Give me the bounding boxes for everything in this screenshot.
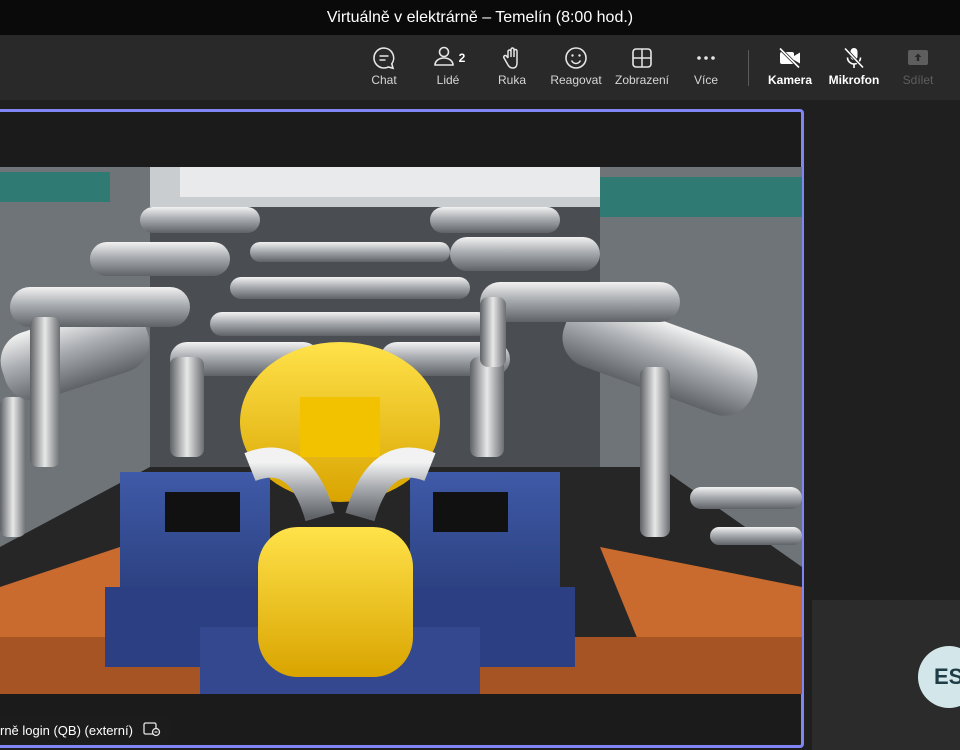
window-title-bar: Virtuálně v elektrárně – Temelín (8:00 h… — [0, 0, 960, 35]
share-button[interactable]: Sdílet — [886, 45, 950, 95]
participant-name: rně login (QB) (externí) — [0, 722, 133, 738]
power-plant-video-image — [0, 167, 802, 694]
mic-button[interactable]: Mikrofon — [822, 45, 886, 95]
more-label: Více — [693, 73, 718, 87]
meeting-toolbar: Chat 2 Lidé Ruka Reagovat Zobrazení Více… — [0, 35, 960, 100]
people-icon — [431, 43, 457, 73]
chat-button[interactable]: Chat — [352, 45, 416, 95]
raise-hand-label: Ruka — [497, 73, 526, 87]
react-button[interactable]: Reagovat — [544, 45, 608, 95]
people-count: 2 — [458, 51, 466, 65]
react-label: Reagovat — [550, 73, 602, 87]
chat-bubble-icon — [371, 45, 397, 71]
camera-off-icon — [777, 45, 803, 71]
share-tray-icon — [905, 45, 931, 71]
raise-hand-icon — [499, 45, 525, 71]
toolbar-separator — [748, 50, 749, 86]
people-button[interactable]: 2 Lidé — [416, 45, 480, 95]
participant-name-tag: rně login (QB) (externí) — [0, 716, 169, 744]
video-feed — [0, 167, 802, 694]
view-button[interactable]: Zobrazení — [610, 45, 674, 95]
window-title: Virtuálně v elektrárně – Temelín (8:00 h… — [326, 8, 634, 26]
chat-label: Chat — [371, 73, 397, 87]
mic-off-icon — [841, 45, 867, 71]
camera-label: Kamera — [767, 73, 813, 87]
view-label: Zobrazení — [614, 73, 670, 87]
people-label: Lidé — [436, 73, 460, 87]
ellipsis-icon — [693, 45, 719, 71]
pin-icon[interactable] — [143, 721, 161, 740]
more-button[interactable]: Více — [674, 45, 738, 95]
raise-hand-button[interactable]: Ruka — [480, 45, 544, 95]
smiley-icon — [563, 45, 589, 71]
camera-button[interactable]: Kamera — [758, 45, 822, 95]
grid-view-icon — [629, 45, 655, 71]
mic-label: Mikrofon — [828, 73, 880, 87]
share-label: Sdílet — [902, 73, 934, 87]
avatar-initials: ES — [934, 664, 960, 689]
